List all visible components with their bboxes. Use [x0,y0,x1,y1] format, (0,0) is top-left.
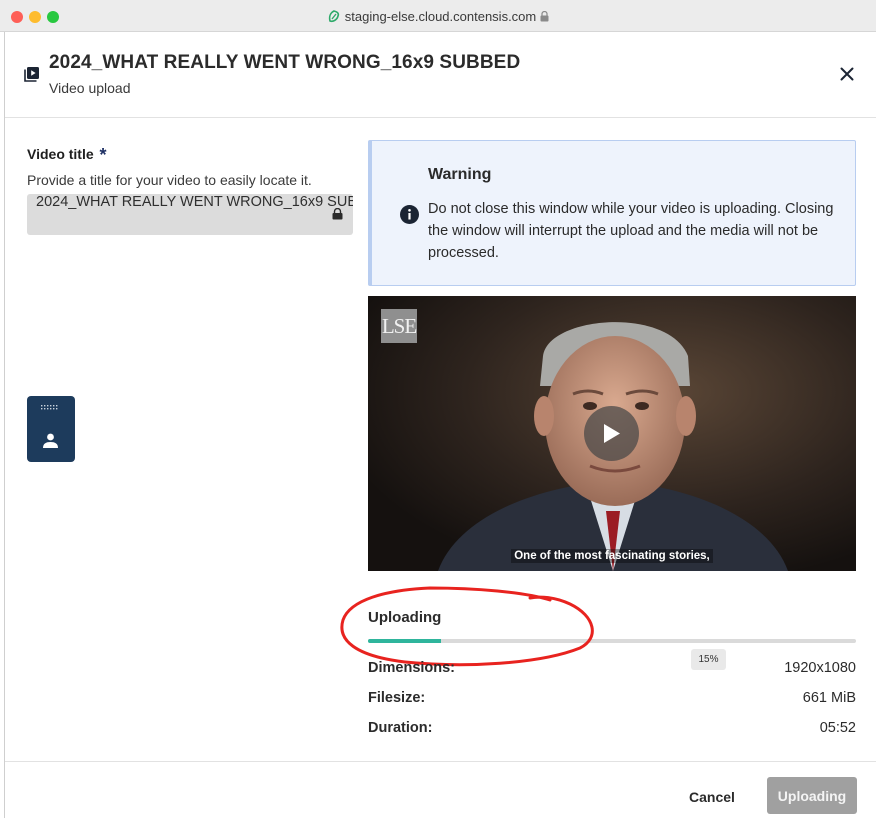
caption-text: One of the most fascinating stories, [511,549,713,563]
lock-icon [332,208,343,220]
red-highlight-annotation [340,586,594,667]
dialog-header: 2024_WHAT REALLY WENT WRONG_16x9 SUBBED … [5,32,876,118]
details-value: 05:52 [819,720,856,736]
address-bar[interactable]: staging-else.cloud.contensis.com [0,9,876,24]
upload-progress-fill [368,639,442,643]
dialog-title: 2024_WHAT REALLY WENT WRONG_16x9 SUBBED [49,52,521,73]
upload-status-label: Uploading [368,609,442,626]
video-subtitle-caption: One of the most fascinating stories, [368,546,856,564]
required-marker: * [99,145,107,165]
dialog-footer: Cancel Uploading [5,761,876,818]
dialog-subtitle: Video upload [49,80,131,96]
details-row-duration: Duration: 05:52 [368,720,856,738]
upload-warning: Warning Do not close this window while y… [368,140,856,286]
details-label: Duration: [368,720,433,736]
browser-titlebar: staging-else.cloud.contensis.com [0,0,876,32]
video-preview[interactable]: LSE One of the most fascinating stories, [368,296,856,571]
video-file-icon [24,67,39,82]
warning-message: Do not close this window while your vide… [428,201,834,261]
warning-title: Warning [428,166,492,183]
video-title-input[interactable]: 2024_WHAT REALLY WENT WRONG_16x9 SUBBED [27,194,353,235]
info-icon [400,205,419,224]
url-text: staging-else.cloud.contensis.com [344,9,537,24]
lse-logo: LSE [381,309,417,343]
play-button[interactable] [584,406,639,461]
video-title-help: Provide a title for your video to easily… [27,172,312,188]
video-upload-dialog: 2024_WHAT REALLY WENT WRONG_16x9 SUBBED … [4,32,876,818]
side-tool-panel[interactable] [27,396,75,462]
close-icon[interactable] [837,64,857,84]
details-value: 1920x1080 [784,660,856,676]
video-title-label-text: Video title [27,146,94,162]
cancel-button[interactable]: Cancel [689,788,735,806]
details-label: Filesize: [368,690,426,706]
details-label: Dimensions: [368,660,456,676]
details-row-dimensions: Dimensions: 1920x1080 [368,660,856,678]
details-value: 661 MiB [802,690,856,706]
play-icon [604,424,620,443]
details-row-filesize: Filesize: 661 MiB [368,690,856,708]
video-title-label: Video title * [27,145,107,166]
drag-grip-icon [41,405,58,410]
uploading-button[interactable]: Uploading [767,777,857,814]
lock-icon [540,11,549,22]
upload-progress-bar [368,639,856,643]
contensis-logo-icon [328,10,339,23]
user-icon [43,433,58,448]
video-title-value: 2024_WHAT REALLY WENT WRONG_16x9 SUBBED [36,194,353,210]
